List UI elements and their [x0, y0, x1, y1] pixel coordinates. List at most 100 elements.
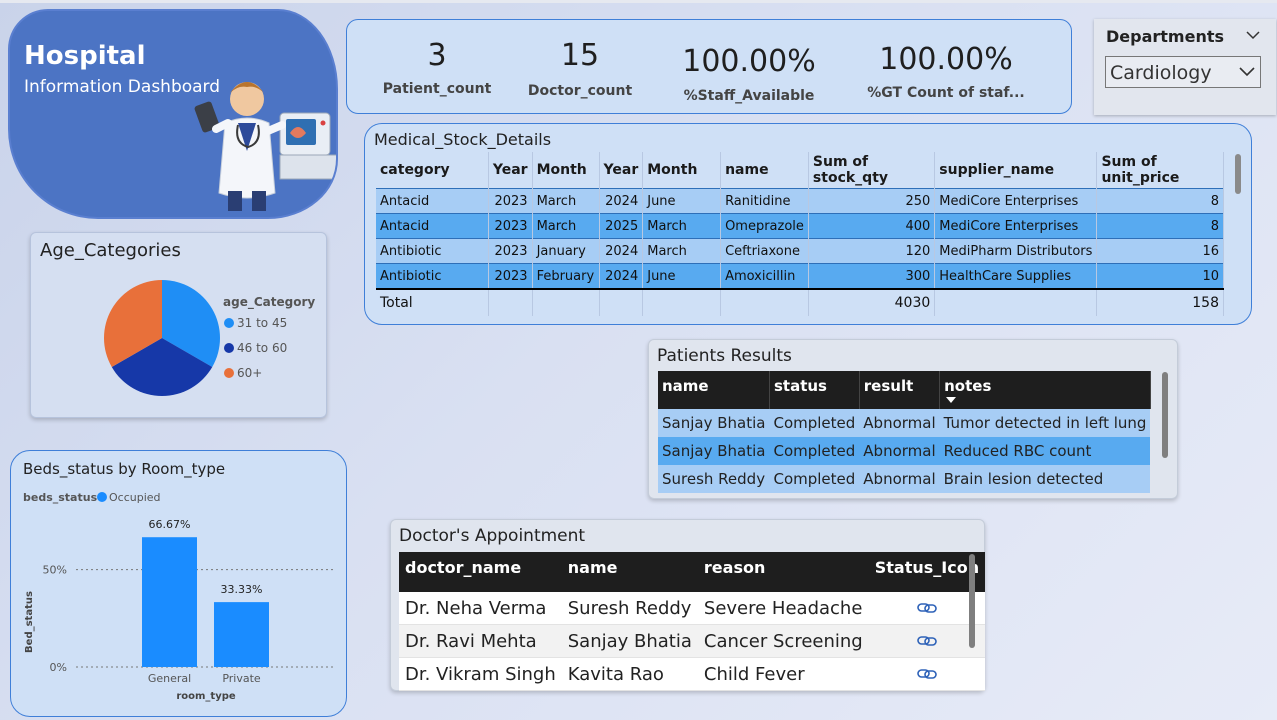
legend-title: age_Category: [223, 295, 315, 310]
legend-swatch: [97, 492, 107, 502]
x-tick-label: General: [148, 672, 191, 685]
column-header[interactable]: Sum of unit_price: [1096, 152, 1224, 189]
column-header[interactable]: result: [859, 371, 941, 409]
table-cell: Child Fever: [697, 657, 869, 691]
column-header-notes[interactable]: notes: [939, 371, 1151, 409]
table-cell: HealthCare Supplies: [934, 263, 1098, 289]
column-header[interactable]: name: [561, 552, 698, 592]
legend-swatch: [224, 343, 234, 353]
column-header[interactable]: Status_Icon: [868, 552, 986, 592]
legend-item: 31 to 45: [237, 316, 287, 330]
header-banner: Hospital Information Dashboard: [8, 9, 338, 219]
table-cell: 2023: [488, 188, 533, 214]
x-axis-label: room_type: [176, 691, 236, 702]
column-header[interactable]: Sum of stock_qty: [808, 152, 936, 189]
kpi-staff-available-label: %Staff_Available: [683, 88, 815, 104]
table-row[interactable]: Antibiotic 2023 January 2024 March Ceftr…: [376, 238, 1224, 264]
chevron-down-icon[interactable]: [1246, 30, 1260, 40]
kpi-staff-available-value: 100.00%: [682, 44, 816, 79]
kpi-panel: 3 Patient_count 15 Doctor_count 100.00% …: [346, 19, 1072, 114]
table-cell: 10: [1096, 263, 1224, 289]
legend-item: 60+: [237, 366, 262, 380]
doctor-appointment-card: Doctor's Appointment doctor_name name re…: [390, 519, 986, 691]
table-cell: 400: [808, 213, 936, 239]
table-cell: 300: [808, 263, 936, 289]
table-row[interactable]: Dr. Vikram Singh Kavita Rao Child Fever: [399, 657, 986, 691]
table-cell: Severe Headache: [697, 592, 869, 625]
table-cell: 250: [808, 188, 936, 214]
table-row[interactable]: Sanjay Bhatia Completed Abnormal Reduced…: [658, 437, 1151, 465]
total-unit-price: 158: [1096, 288, 1224, 316]
table-cell: Reduced RBC count: [939, 437, 1151, 465]
column-header[interactable]: Year: [599, 152, 644, 189]
chevron-down-icon[interactable]: [1239, 66, 1255, 77]
y-axis-label: Bed_status: [24, 591, 35, 653]
medical-stock-table: category Year Month Year Month name Sum …: [376, 152, 1224, 316]
link-icon[interactable]: [875, 631, 979, 652]
table-row[interactable]: Suresh Reddy Completed Abnormal Brain le…: [658, 465, 1151, 493]
column-header[interactable]: name: [658, 371, 770, 409]
column-header[interactable]: doctor_name: [399, 552, 562, 592]
table-row[interactable]: Dr. Ravi Mehta Sanjay Bhatia Cancer Scre…: [399, 624, 986, 658]
bar-data-label: 33.33%: [221, 583, 263, 596]
departments-dropdown[interactable]: Cardiology: [1105, 56, 1261, 88]
table-header-row: category Year Month Year Month name Sum …: [376, 152, 1224, 189]
table-cell: March: [642, 238, 722, 264]
table-row[interactable]: Sanjay Bhatia Completed Abnormal Tumor d…: [658, 409, 1151, 437]
sort-descending-icon[interactable]: [946, 397, 957, 404]
column-header[interactable]: reason: [697, 552, 869, 592]
dashboard-title: Hospital: [24, 41, 146, 71]
patients-results-card: Patients Results name status result note…: [648, 339, 1178, 499]
link-icon[interactable]: [875, 598, 979, 619]
medical-stock-table-card: Medical_Stock_Details category Year Mont…: [364, 123, 1252, 325]
vertical-scrollbar[interactable]: [1162, 372, 1168, 458]
table-cell: Antibiotic: [376, 263, 489, 289]
table-cell: Cancer Screening: [697, 624, 869, 658]
table-cell: March: [532, 188, 600, 214]
bar-general[interactable]: [142, 537, 197, 667]
column-header[interactable]: Month: [532, 152, 600, 189]
table-cell: Suresh Reddy: [658, 465, 770, 493]
table-row[interactable]: Dr. Neha Verma Suresh Reddy Severe Heada…: [399, 592, 986, 625]
column-header[interactable]: status: [769, 371, 860, 409]
table-cell: MediCore Enterprises: [934, 213, 1098, 239]
legend-swatch: [224, 368, 234, 378]
departments-title: Departments: [1106, 27, 1225, 46]
table-cell: March: [642, 213, 722, 239]
departments-selected-value: Cardiology: [1110, 62, 1212, 84]
vertical-scrollbar[interactable]: [1235, 154, 1241, 194]
y-tick-label: 0%: [50, 661, 67, 674]
table-cell: 8: [1096, 213, 1224, 239]
doctor-illustration: [194, 82, 336, 211]
table-cell: MediCore Enterprises: [934, 188, 1098, 214]
table-cell: February: [532, 263, 600, 289]
patients-table-title: Patients Results: [657, 346, 792, 366]
beds-bar-chart: beds_status Occupied Bed_status room_typ…: [23, 491, 333, 702]
table-cell: Omeprazole: [720, 213, 809, 239]
table-cell: Amoxicillin: [720, 263, 809, 289]
column-header[interactable]: Year: [488, 152, 533, 189]
kpi-patient-count-value: 3: [427, 38, 447, 73]
table-cell: Abnormal: [859, 437, 940, 465]
table-row[interactable]: Antacid 2023 March 2024 June Ranitidine …: [376, 188, 1224, 214]
kpi-gt-count-value: 100.00%: [879, 42, 1013, 77]
bar-private[interactable]: [214, 602, 269, 667]
table-cell: 2024: [599, 188, 644, 214]
table-cell: January: [532, 238, 600, 264]
kpi-patient-count-label: Patient_count: [382, 81, 492, 97]
table-row[interactable]: Antacid 2023 March 2025 March Omeprazole…: [376, 213, 1224, 239]
total-label: Total: [376, 288, 489, 316]
table-cell: Dr. Neha Verma: [399, 592, 562, 625]
status-icon-cell: [868, 657, 986, 691]
link-icon[interactable]: [875, 664, 979, 685]
column-header[interactable]: Month: [642, 152, 722, 189]
column-header[interactable]: supplier_name: [934, 152, 1098, 189]
table-cell: 2025: [599, 213, 644, 239]
stock-table-title: Medical_Stock_Details: [374, 130, 552, 149]
vertical-scrollbar[interactable]: [969, 554, 975, 648]
kpi-doctor-count-value: 15: [560, 38, 600, 73]
column-header[interactable]: category: [376, 152, 489, 189]
table-row[interactable]: Antibiotic 2023 February 2024 June Amoxi…: [376, 263, 1224, 289]
column-header[interactable]: name: [720, 152, 809, 189]
table-cell: 2024: [599, 238, 644, 264]
